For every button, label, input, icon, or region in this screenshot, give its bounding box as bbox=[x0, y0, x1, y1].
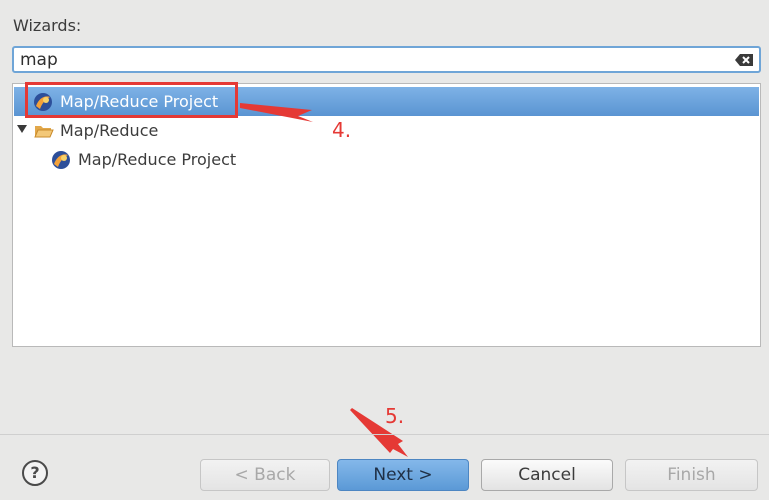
tree-item-label: Map/Reduce bbox=[60, 121, 159, 140]
annotation-step-4: 4. bbox=[332, 118, 352, 142]
next-button[interactable]: Next > bbox=[337, 459, 469, 491]
expand-arrow-icon[interactable] bbox=[17, 125, 27, 133]
search-input[interactable] bbox=[20, 50, 720, 70]
mapreduce-project-icon bbox=[52, 151, 70, 169]
clear-text-icon[interactable] bbox=[734, 53, 754, 67]
tree-item-label: Map/Reduce Project bbox=[78, 150, 237, 169]
wizard-tree: Map/Reduce Project Map/Reduce Map/Reduce… bbox=[12, 83, 761, 347]
back-button[interactable]: < Back bbox=[200, 459, 330, 491]
cancel-button[interactable]: Cancel bbox=[481, 459, 613, 491]
wizards-label: Wizards: bbox=[13, 16, 82, 35]
finish-button[interactable]: Finish bbox=[625, 459, 758, 491]
tree-item-mapreduce-project-child[interactable]: Map/Reduce Project bbox=[14, 145, 759, 174]
folder-open-icon bbox=[34, 126, 54, 138]
tree-item-mapreduce-folder[interactable]: Map/Reduce bbox=[14, 116, 759, 145]
search-field[interactable] bbox=[12, 46, 761, 73]
annotation-step-5: 5. bbox=[385, 404, 405, 428]
annotation-highlight-box bbox=[25, 82, 238, 118]
help-button[interactable]: ? bbox=[22, 460, 48, 486]
footer-divider bbox=[0, 434, 769, 435]
